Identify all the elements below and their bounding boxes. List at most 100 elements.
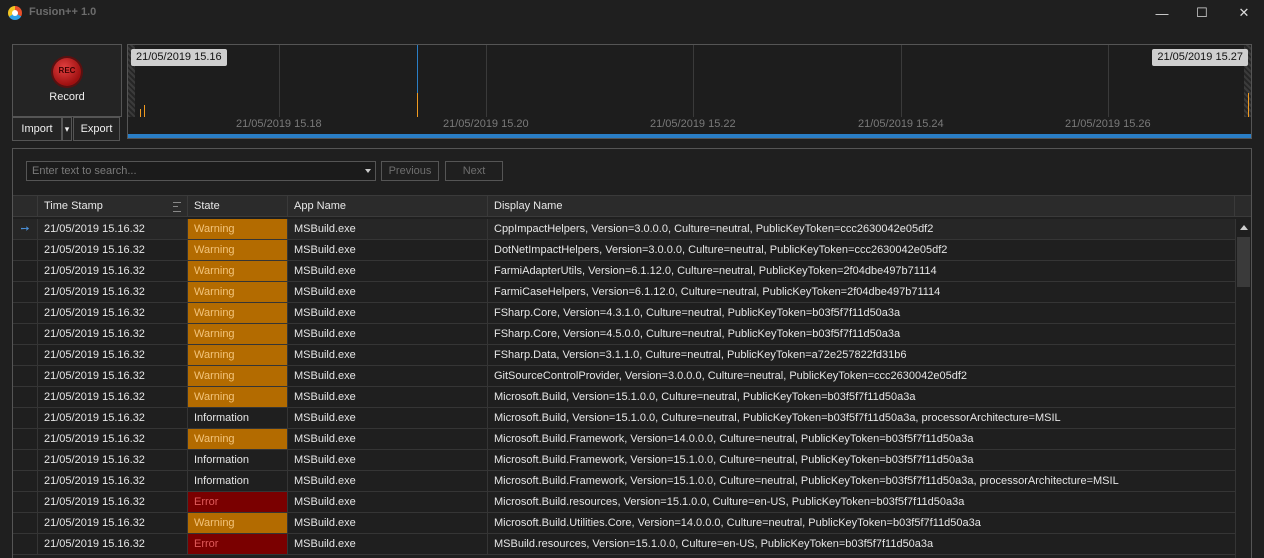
row-indicator-cell <box>13 471 38 491</box>
state-cell: Error <box>188 534 288 554</box>
row-indicator-cell <box>13 366 38 386</box>
app-name-cell: MSBuild.exe <box>288 219 488 239</box>
vertical-scrollbar[interactable] <box>1235 219 1251 558</box>
table-row[interactable]: 21/05/2019 15.16.32 Warning MSBuild.exe Mic… <box>13 387 1235 408</box>
time-stamp-cell: 21/05/2019 15.16.32 <box>38 534 188 554</box>
previous-button[interactable]: Previous <box>381 161 439 181</box>
display-name-cell: GitSourceControlProvider, Version=3.0.0.… <box>494 370 967 382</box>
row-indicator-cell <box>13 513 38 533</box>
state-cell: Warning <box>188 282 288 302</box>
next-button[interactable]: Next <box>445 161 503 181</box>
column-header-display-name[interactable]: Display Name <box>488 196 1235 217</box>
time-stamp-cell: 21/05/2019 15.16.32 <box>38 261 188 281</box>
table-row[interactable]: ➙ 21/05/2019 15.16.32 Warning MSBuild.exe Cp… <box>13 219 1235 240</box>
header-indicator-column <box>13 196 38 217</box>
time-stamp-cell: 21/05/2019 15.16.32 <box>38 324 188 344</box>
record-icon: REC <box>53 58 81 86</box>
app-name-cell: MSBuild.exe <box>288 429 488 449</box>
table-row[interactable]: 21/05/2019 15.16.32 Warning MSBuild.exe Mic… <box>13 513 1235 534</box>
table-row[interactable]: 21/05/2019 15.16.32 Warning MSBuild.exe Mic… <box>13 429 1235 450</box>
display-name-cell: Microsoft.Build.Framework, Version=15.1.… <box>494 454 974 466</box>
row-indicator-cell <box>13 240 38 260</box>
table-row[interactable]: 21/05/2019 15.16.32 Warning MSBuild.exe Dot… <box>13 240 1235 261</box>
timeline[interactable]: 21/05/2019 15.16 21/05/2019 15.27 21/05/… <box>127 44 1252 139</box>
sort-icon[interactable] <box>173 202 181 212</box>
state-cell: Information <box>188 408 288 428</box>
record-label: Record <box>49 91 85 103</box>
time-stamp-cell: 21/05/2019 15.16.32 <box>38 240 188 260</box>
row-indicator-cell <box>13 408 38 428</box>
state-cell: Warning <box>188 261 288 281</box>
table-row[interactable]: 21/05/2019 15.16.32 Information MSBuild.ex… <box>13 450 1235 471</box>
app-name-cell: MSBuild.exe <box>288 282 488 302</box>
state-cell: Warning <box>188 513 288 533</box>
timeline-gridline <box>693 45 694 117</box>
time-stamp-cell: 21/05/2019 15.16.32 <box>38 282 188 302</box>
search-dropdown-icon[interactable] <box>365 169 371 173</box>
time-stamp-cell: 21/05/2019 15.16.32 <box>38 303 188 323</box>
state-cell: Warning <box>188 429 288 449</box>
time-stamp-cell: 21/05/2019 15.16.32 <box>38 492 188 512</box>
row-indicator-cell: ➙ <box>13 219 38 239</box>
timeline-axis-label: 21/05/2019 15.20 <box>443 118 529 130</box>
timeline-event-tick <box>144 105 145 117</box>
row-indicator-cell <box>13 261 38 281</box>
table-row[interactable]: 21/05/2019 15.16.32 Information MSBuild.ex… <box>13 408 1235 429</box>
app-name-cell: MSBuild.exe <box>288 261 488 281</box>
display-name-cell: DotNetImpactHelpers, Version=3.0.0.0, Cu… <box>494 244 948 256</box>
time-stamp-cell: 21/05/2019 15.16.32 <box>38 366 188 386</box>
display-name-cell: CppImpactHelpers, Version=3.0.0.0, Cultu… <box>494 223 934 235</box>
state-cell: Warning <box>188 345 288 365</box>
display-name-cell: Microsoft.Build, Version=15.1.0.0, Cultu… <box>494 391 916 403</box>
timeline-gridline <box>279 45 280 117</box>
app-name-cell: MSBuild.exe <box>288 303 488 323</box>
scroll-thumb[interactable] <box>1237 237 1250 287</box>
display-name-cell: FarmiAdapterUtils, Version=6.1.12.0, Cul… <box>494 265 937 277</box>
table-row[interactable]: 21/05/2019 15.16.32 Error MSBuild.exe MSBui… <box>13 534 1235 555</box>
maximize-button[interactable]: ☐ <box>1179 0 1225 26</box>
column-header-time-stamp[interactable]: Time Stamp <box>38 196 188 217</box>
row-indicator-cell <box>13 345 38 365</box>
display-name-cell: Microsoft.Build.Utilities.Core, Version=… <box>494 517 981 529</box>
import-button[interactable]: Import <box>12 117 62 141</box>
table-row[interactable]: 21/05/2019 15.16.32 Warning MSBuild.exe FSh… <box>13 324 1235 345</box>
table-row[interactable]: 21/05/2019 15.16.32 Warning MSBuild.exe Far… <box>13 282 1235 303</box>
row-indicator-cell <box>13 429 38 449</box>
record-button[interactable]: REC Record <box>12 44 122 117</box>
import-dropdown-button[interactable]: ▾ <box>62 117 72 141</box>
table-row[interactable]: 21/05/2019 15.16.32 Information MSBuild.ex… <box>13 471 1235 492</box>
table-row[interactable]: 21/05/2019 15.16.32 Error MSBuild.exe Micro… <box>13 492 1235 513</box>
timeline-start-label: 21/05/2019 15.16 <box>131 49 227 66</box>
app-name-cell: MSBuild.exe <box>288 471 488 491</box>
app-name-cell: MSBuild.exe <box>288 513 488 533</box>
timeline-axis-label: 21/05/2019 15.26 <box>1065 118 1151 130</box>
table-row[interactable]: 21/05/2019 15.16.32 Warning MSBuild.exe Far… <box>13 261 1235 282</box>
close-button[interactable]: ✕ <box>1221 0 1264 26</box>
display-name-cell: FarmiCaseHelpers, Version=6.1.12.0, Cult… <box>494 286 941 298</box>
row-indicator-cell <box>13 282 38 302</box>
column-header-app-name[interactable]: App Name <box>288 196 488 217</box>
export-button[interactable]: Export <box>73 117 120 141</box>
display-name-cell: Microsoft.Build, Version=15.1.0.0, Cultu… <box>494 412 1061 424</box>
table-row[interactable]: 21/05/2019 15.16.32 Warning MSBuild.exe FSh… <box>13 345 1235 366</box>
time-stamp-cell: 21/05/2019 15.16.32 <box>38 219 188 239</box>
table-row[interactable]: 21/05/2019 15.16.32 Warning MSBuild.exe FSh… <box>13 303 1235 324</box>
timeline-end-label: 21/05/2019 15.27 <box>1152 49 1248 66</box>
display-name-cell: Microsoft.Build.Framework, Version=15.1.… <box>494 475 1119 487</box>
search-input[interactable]: Enter text to search... <box>26 161 376 181</box>
table-row[interactable]: 21/05/2019 15.16.32 Warning MSBuild.exe Git… <box>13 366 1235 387</box>
state-cell: Warning <box>188 240 288 260</box>
state-cell: Warning <box>188 387 288 407</box>
display-name-cell: FSharp.Data, Version=3.1.1.0, Culture=ne… <box>494 349 907 361</box>
state-cell: Warning <box>188 219 288 239</box>
time-stamp-cell: 21/05/2019 15.16.32 <box>38 450 188 470</box>
timeline-axis-label: 21/05/2019 15.18 <box>236 118 322 130</box>
app-name-cell: MSBuild.exe <box>288 387 488 407</box>
timeline-gridline <box>1108 45 1109 117</box>
time-stamp-cell: 21/05/2019 15.16.32 <box>38 408 188 428</box>
title-bar: Fusion++ 1.0 — ☐ ✕ <box>0 0 1264 26</box>
scroll-up-icon[interactable] <box>1240 225 1248 230</box>
timeline-scroll-bar[interactable] <box>128 134 1251 138</box>
app-name-cell: MSBuild.exe <box>288 366 488 386</box>
column-header-state[interactable]: State <box>188 196 288 217</box>
